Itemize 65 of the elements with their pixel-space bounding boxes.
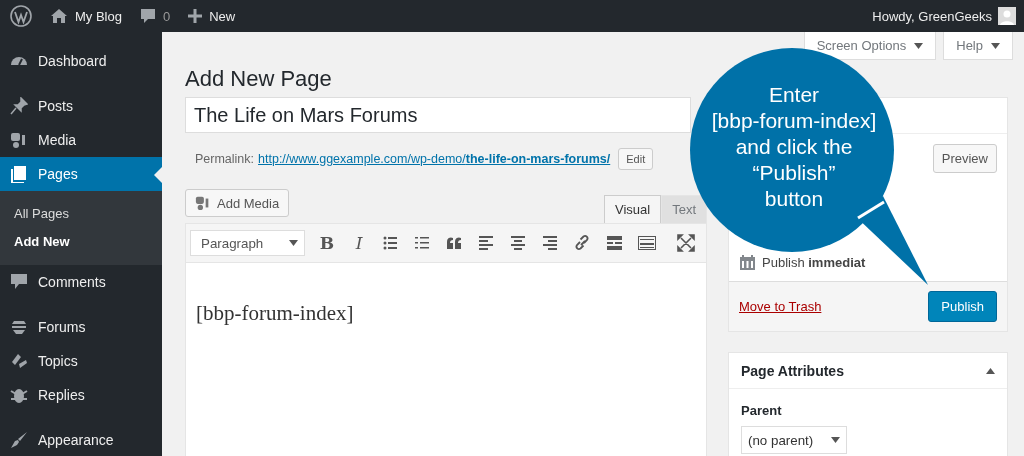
- new-link[interactable]: New: [209, 8, 236, 24]
- forums-stack-icon: [10, 318, 28, 336]
- numbered-list-icon[interactable]: [414, 234, 432, 252]
- comment-bubble-icon: [10, 273, 28, 291]
- bold-button[interactable]: B: [319, 233, 335, 253]
- menu-item[interactable]: Dashboard: [0, 44, 162, 78]
- editor-tab[interactable]: Text: [661, 195, 707, 223]
- menu-item[interactable]: Posts: [0, 89, 162, 123]
- screen-options-tab[interactable]: Screen Options: [803, 32, 937, 60]
- blockquote-icon[interactable]: [446, 234, 464, 252]
- fullscreen-icon[interactable]: [677, 234, 695, 252]
- menu-item[interactable]: Topics: [0, 344, 162, 378]
- edit-button[interactable]: Edit: [618, 147, 654, 170]
- align-left-icon[interactable]: [478, 234, 496, 252]
- bulleted-list-icon[interactable]: [382, 234, 400, 252]
- publish-button[interactable]: Publish: [928, 291, 997, 322]
- pushpin-icon: [10, 97, 28, 115]
- toolbar-toggle-icon[interactable]: [638, 234, 656, 252]
- align-center-icon[interactable]: [510, 234, 528, 252]
- menu-item[interactable]: Appearance: [0, 423, 162, 456]
- permalink-link[interactable]: http://www.ggexample.com/wp-demo/the-life-on-mars-forums/: [258, 151, 611, 166]
- pages-icon: [10, 165, 28, 183]
- panel-title: Page Attributes: [741, 362, 844, 379]
- caret-icon: [831, 437, 840, 443]
- publish-schedule-text: Publish immediat: [762, 255, 866, 270]
- editor-tab[interactable]: Visual: [603, 195, 662, 223]
- preview-button[interactable]: Preview: [932, 144, 997, 173]
- greeting-link[interactable]: Howdy, GreenGeeks: [872, 8, 992, 24]
- paintbrush-icon: [10, 431, 28, 449]
- submenu-item[interactable]: All Pages: [0, 199, 162, 227]
- callout-text: Enter [bbp-forum-index] and click the “Publish” button: [711, 82, 877, 212]
- permalink-label: Permalink:: [195, 151, 255, 166]
- comment-count: 0: [162, 8, 171, 24]
- caret-icon: [914, 42, 924, 49]
- caret-icon: [991, 42, 1000, 49]
- media-icon: [10, 131, 28, 149]
- menu-item[interactable]: Comments: [0, 265, 162, 299]
- align-right-icon[interactable]: [542, 234, 560, 252]
- shortcode-text: [bbp-forum-index]: [196, 301, 354, 325]
- caret-icon: [986, 367, 995, 374]
- home-icon[interactable]: [50, 8, 68, 24]
- menu-item[interactable]: Media: [0, 123, 162, 157]
- parent-label: Parent: [741, 403, 783, 418]
- read-more-icon[interactable]: [606, 234, 624, 252]
- plus-icon[interactable]: [188, 9, 203, 23]
- menu-item[interactable]: Forums: [0, 310, 162, 344]
- editor-content[interactable]: [bbp-forum-index]: [185, 263, 707, 456]
- submenu-item[interactable]: Add New: [0, 227, 162, 255]
- parent-dropdown[interactable]: (no parent): [741, 426, 847, 454]
- menu-item[interactable]: Replies: [0, 378, 162, 412]
- format-dropdown[interactable]: Paragraph: [190, 230, 305, 256]
- site-name-link[interactable]: My Blog: [75, 8, 122, 24]
- comment-bubble-icon[interactable]: [139, 8, 156, 24]
- title-field[interactable]: The Life on Mars Forums: [185, 97, 691, 133]
- italic-button[interactable]: I: [355, 233, 363, 253]
- help-tab[interactable]: Help: [943, 32, 1013, 60]
- add-media-button[interactable]: Add Media: [185, 189, 290, 217]
- page-title: Add New Page: [185, 65, 332, 93]
- bug-icon: [10, 386, 28, 404]
- move-to-trash-link[interactable]: Move to Trash: [739, 299, 822, 314]
- wordpress-logo-icon[interactable]: [10, 5, 32, 27]
- menu-item[interactable]: Pages: [0, 157, 162, 191]
- caret-icon: [289, 240, 298, 246]
- calendar-icon: [739, 254, 756, 271]
- media-icon: [195, 195, 211, 211]
